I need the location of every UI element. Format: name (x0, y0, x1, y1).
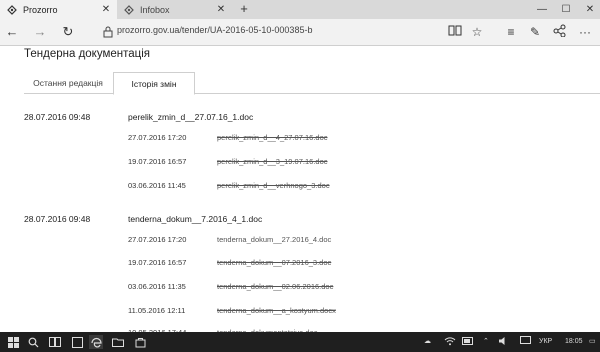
display-icon[interactable] (520, 332, 531, 352)
task-view-icon[interactable] (48, 335, 62, 349)
address-bar: ← → ↻ prozorro.gov.ua/tender/UA-2016-05-… (0, 19, 600, 46)
new-tab-button[interactable]: + (236, 0, 252, 19)
tab-latest-edition[interactable]: Остання редакція (24, 72, 112, 95)
tab-title: Infobox (140, 4, 170, 15)
version-date: 19.07.2016 16:57 (128, 157, 187, 166)
share-icon[interactable] (551, 24, 567, 40)
version-date: 03.06.2016 11:45 (128, 181, 186, 190)
lock-icon (103, 25, 113, 38)
version-link[interactable]: perelik_zmin_d__4_27.07.16.doc (217, 133, 328, 142)
store-icon[interactable] (133, 335, 147, 349)
action-center-icon[interactable]: ▭ (589, 332, 596, 352)
document-link[interactable]: tenderna_dokum__7.2016_4_1.doc (128, 214, 262, 224)
document-tabs: Остання редакція Історія змін (24, 72, 600, 95)
windows-taskbar: ☁ ⌃ УКР 18:05 ▭ (0, 332, 600, 352)
version-date: 27.07.2016 17:20 (128, 235, 187, 244)
input-language[interactable]: УКР (539, 332, 552, 352)
version-link[interactable]: tenderna_dokum__07.2016_3.doc (217, 258, 331, 267)
speaker-icon[interactable] (498, 332, 509, 352)
minimize-button[interactable]: — (532, 0, 552, 19)
network-icon[interactable]: ☁ (424, 338, 431, 345)
battery-icon[interactable] (462, 332, 474, 352)
tab-change-history[interactable]: Історія змін (113, 72, 195, 95)
wifi-icon[interactable] (444, 332, 456, 352)
chevron-up-icon[interactable]: ⌃ (483, 332, 489, 352)
notification-tray-icons[interactable]: ☁ (424, 332, 431, 352)
version-link[interactable]: tenderna_dokum__a_kostyum.docx (217, 306, 336, 315)
app-icon[interactable] (70, 335, 84, 349)
forward-button[interactable]: → (32, 24, 48, 40)
tab-title: Prozorro (23, 4, 58, 15)
more-icon[interactable]: ··· (577, 24, 593, 40)
prozorro-favicon-icon (7, 4, 17, 15)
browser-tab-bar: Prozorro ✕ Infobox ✕ + — ☐ ✕ (0, 0, 600, 19)
group-date: 28.07.2016 09:48 (24, 112, 91, 122)
infobox-favicon-icon (124, 4, 134, 15)
version-link[interactable]: tenderna_dokum__02.06.2016.doc (217, 282, 333, 291)
version-link[interactable]: tenderna_dokum__27.2016_4.doc (217, 235, 331, 244)
refresh-button[interactable]: ↻ (60, 24, 76, 40)
web-note-icon[interactable]: ✎ (527, 24, 543, 40)
favorites-star-icon[interactable]: ☆ (469, 24, 485, 40)
page-title: Тендерна документація (24, 48, 151, 60)
close-tab-icon[interactable]: ✕ (214, 4, 228, 15)
edge-browser-icon[interactable] (89, 335, 103, 349)
version-date: 03.06.2016 11:35 (128, 282, 186, 291)
version-link[interactable]: perelik_zmin_d__verhnogo_3.doc (217, 181, 330, 190)
back-button[interactable]: ← (4, 24, 20, 40)
version-link[interactable]: perelik_zmin_d__3_19.07.16.doc (217, 157, 328, 166)
tab-infobox[interactable]: Infobox ✕ (117, 0, 232, 19)
clock[interactable]: 18:05 (565, 332, 583, 352)
url-field[interactable]: prozorro.gov.ua/tender/UA-2016-05-10-000… (117, 25, 312, 35)
close-window-button[interactable]: ✕ (580, 0, 600, 19)
maximize-button[interactable]: ☐ (556, 0, 576, 19)
document-link[interactable]: perelik_zmin_d__27.07.16_1.doc (128, 112, 253, 122)
version-date: 11.05.2016 12:11 (128, 306, 186, 315)
search-icon[interactable] (26, 335, 40, 349)
tab-prozorro[interactable]: Prozorro ✕ (0, 0, 117, 19)
reading-view-icon[interactable] (447, 24, 463, 40)
hub-icon[interactable]: ≡ (503, 24, 519, 40)
file-explorer-icon[interactable] (111, 335, 125, 349)
windows-start-icon[interactable] (6, 335, 20, 349)
close-tab-icon[interactable]: ✕ (99, 4, 113, 15)
group-date: 28.07.2016 09:48 (24, 214, 91, 224)
version-date: 27.07.2016 17:20 (128, 133, 187, 142)
version-date: 19.07.2016 16:57 (128, 258, 187, 267)
